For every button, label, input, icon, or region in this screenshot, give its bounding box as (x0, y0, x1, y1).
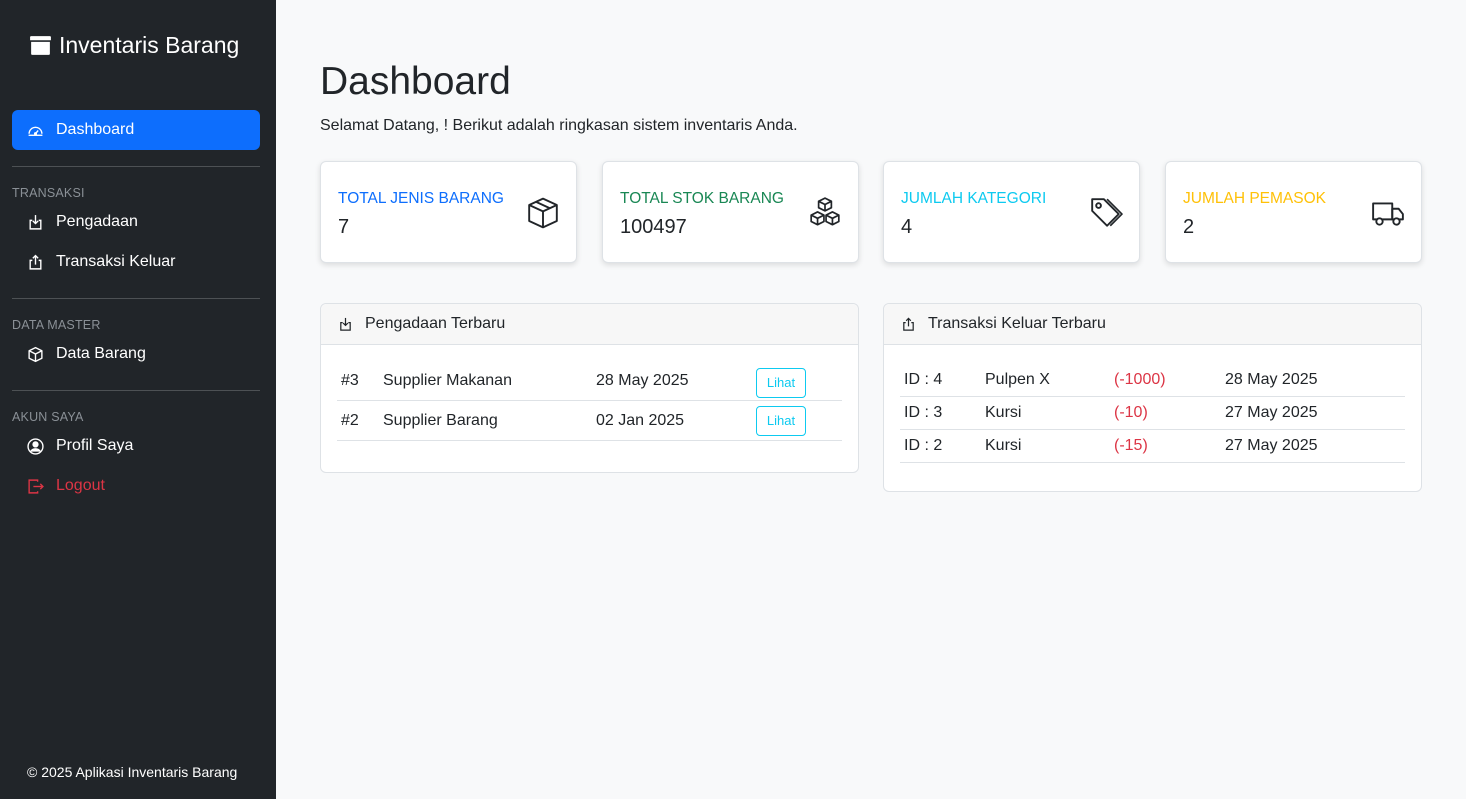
truck-icon (1372, 202, 1404, 226)
transaksi-item: Pulpen X (985, 371, 1050, 388)
sidebar-item-label: Logout (56, 477, 105, 494)
stat-label: TOTAL JENIS BARANG (338, 190, 504, 207)
sidebar-item-transaksi-keluar[interactable]: Transaksi Keluar (12, 242, 260, 282)
brand-text: Inventaris Barang (59, 32, 240, 58)
stat-value: 7 (338, 216, 350, 238)
transaksi-qty: (-10) (1114, 404, 1148, 421)
sidebar-item-pengadaan[interactable]: Pengadaan (12, 202, 260, 242)
box-icon (528, 197, 558, 229)
panel-pengadaan-terbaru: Pengadaan Terbaru #3 Supplier Makanan 28… (320, 303, 859, 473)
section-label-akun-saya: AKUN SAYA (12, 410, 84, 424)
transaksi-id: ID : 2 (904, 437, 943, 454)
sidebar-footer: © 2025 Aplikasi Inventaris Barang (27, 764, 238, 780)
pengadaan-id: #3 (341, 371, 359, 389)
sidebar-divider (12, 166, 260, 167)
stat-card-total-stok-barang: TOTAL STOK BARANG 100497 (602, 161, 859, 263)
speedometer-icon (28, 126, 43, 136)
tags-icon (1091, 198, 1123, 227)
sidebar-item-data-barang[interactable]: Data Barang (12, 334, 260, 374)
list-item: ID : 2 Kursi (-15) 27 May 2025 (900, 430, 1405, 463)
main-content: Dashboard Selamat Datang, ! Berikut adal… (276, 0, 1466, 799)
box-arrow-in-down-icon (29, 214, 42, 230)
list-item: #2 Supplier Barang 02 Jan 2025 Lihat (337, 401, 842, 441)
transaksi-qty: (-1000) (1114, 371, 1166, 388)
sidebar-divider (12, 390, 260, 391)
lihat-button[interactable]: Lihat (756, 405, 806, 436)
section-label-data-master: DATA MASTER (12, 318, 101, 332)
sidebar-item-label: Pengadaan (56, 213, 138, 230)
page-title: Dashboard (320, 60, 511, 103)
box-arrow-up-icon (29, 254, 42, 270)
transaksi-id: ID : 4 (904, 371, 943, 388)
stat-card-jumlah-kategori: JUMLAH KATEGORI 4 (883, 161, 1140, 263)
brand[interactable]: Inventaris Barang (28, 32, 239, 59)
sidebar-item-logout[interactable]: Logout (12, 466, 260, 506)
person-circle-icon (27, 437, 44, 455)
transaksi-id: ID : 3 (904, 404, 943, 421)
sidebar-item-label: Dashboard (56, 121, 135, 138)
archive-box-icon (30, 36, 51, 55)
box-arrow-in-down-icon (340, 317, 351, 331)
sidebar-item-dashboard[interactable]: Dashboard (12, 110, 260, 150)
boxes-icon (810, 197, 840, 226)
sidebar: Inventaris Barang Dashboard TRANSAKSI Pe… (0, 0, 276, 799)
pengadaan-supplier: Supplier Barang (383, 411, 498, 429)
sidebar-divider (12, 298, 260, 299)
stat-label: JUMLAH PEMASOK (1183, 190, 1326, 207)
panel-transaksi-keluar-terbaru: Transaksi Keluar Terbaru ID : 4 Pulpen X… (883, 303, 1422, 492)
pengadaan-list: #3 Supplier Makanan 28 May 2025 Lihat #2… (321, 345, 858, 441)
pengadaan-supplier: Supplier Makanan (383, 371, 512, 389)
stat-label: TOTAL STOK BARANG (620, 190, 784, 207)
stat-card-jumlah-pemasok: JUMLAH PEMASOK 2 (1165, 161, 1422, 263)
page-subtitle: Selamat Datang, ! Berikut adalah ringkas… (320, 117, 798, 134)
transaksi-item: Kursi (985, 437, 1022, 454)
transaksi-qty: (-15) (1114, 437, 1148, 454)
transaksi-date: 28 May 2025 (1225, 371, 1318, 388)
sidebar-item-profil[interactable]: Profil Saya (12, 426, 260, 466)
stat-card-total-jenis-barang: TOTAL JENIS BARANG 7 (320, 161, 577, 263)
stat-value: 2 (1183, 216, 1195, 238)
transaksi-item: Kursi (985, 404, 1022, 421)
pengadaan-date: 28 May 2025 (596, 371, 689, 389)
box-arrow-up-icon (903, 317, 914, 331)
sidebar-item-label: Data Barang (56, 345, 146, 362)
section-label-transaksi: TRANSAKSI (12, 186, 85, 200)
lihat-button[interactable]: Lihat (756, 367, 806, 398)
stat-value: 4 (901, 216, 913, 238)
list-item: #3 Supplier Makanan 28 May 2025 Lihat (337, 361, 842, 401)
panel-header: Pengadaan Terbaru (321, 304, 858, 345)
transaksi-date: 27 May 2025 (1225, 404, 1318, 421)
sidebar-item-label: Transaksi Keluar (56, 253, 176, 270)
box-icon (28, 346, 43, 362)
panel-header: Transaksi Keluar Terbaru (884, 304, 1421, 345)
list-item: ID : 3 Kursi (-10) 27 May 2025 (900, 397, 1405, 430)
box-arrow-right-icon (28, 478, 44, 494)
sidebar-item-label: Profil Saya (56, 437, 134, 454)
list-item: ID : 4 Pulpen X (-1000) 28 May 2025 (900, 364, 1405, 397)
pengadaan-id: #2 (341, 411, 359, 429)
pengadaan-date: 02 Jan 2025 (596, 411, 685, 429)
panel-title: Transaksi Keluar Terbaru (928, 315, 1106, 332)
transaksi-date: 27 May 2025 (1225, 437, 1318, 454)
panel-title: Pengadaan Terbaru (365, 315, 506, 332)
stat-label: JUMLAH KATEGORI (901, 190, 1047, 207)
stat-value: 100497 (620, 216, 687, 238)
transaksi-list: ID : 4 Pulpen X (-1000) 28 May 2025 ID :… (884, 345, 1421, 463)
